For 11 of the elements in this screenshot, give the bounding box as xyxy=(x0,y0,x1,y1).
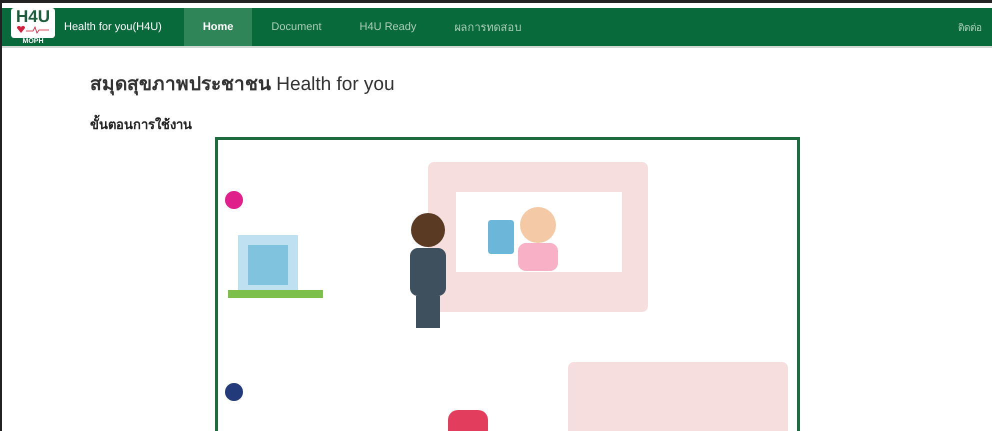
logo-text: H4U xyxy=(16,8,50,25)
nav-tab[interactable]: H4U Ready xyxy=(340,8,436,46)
nav-tab[interactable]: Document xyxy=(252,8,341,46)
nav-tab[interactable]: Home xyxy=(184,8,252,46)
logo[interactable]: H4U xyxy=(11,8,55,38)
contact-link[interactable]: ติดต่อ xyxy=(958,20,982,34)
section-heading: ขั้นตอนการใช้งาน xyxy=(90,114,992,135)
nav-tab[interactable]: ผลการทดสอบ xyxy=(435,8,540,46)
page-heading: สมุดสุขภาพประชาชน Health for you xyxy=(90,73,396,98)
site-title: Health for you(H4U) xyxy=(64,21,162,33)
heartbeat-icon xyxy=(15,25,51,34)
